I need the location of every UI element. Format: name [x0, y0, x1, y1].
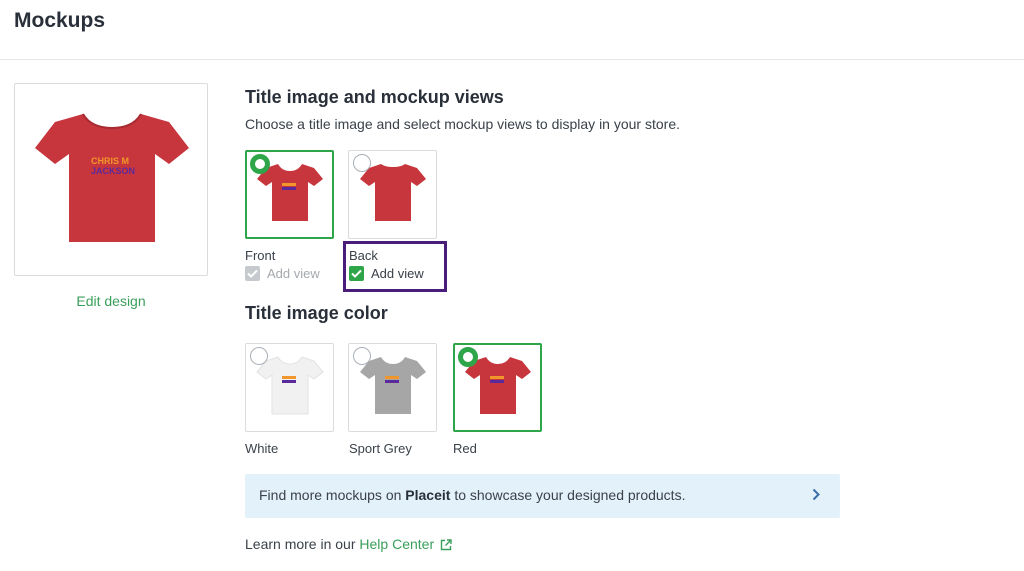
radio-unselected-icon[interactable] [353, 154, 371, 172]
views-section-subtitle: Choose a title image and select mockup v… [245, 116, 680, 132]
color-label-sport-grey: Sport Grey [349, 441, 412, 456]
annotation-highlight-box [343, 241, 447, 292]
tshirt-back-image [360, 164, 426, 221]
learn-more-text: Learn more in our Help Center [245, 536, 452, 552]
learn-more-prefix: Learn more in our [245, 536, 360, 552]
view-thumb-front[interactable] [245, 150, 334, 239]
help-center-link[interactable]: Help Center [359, 536, 434, 552]
banner-text-prefix: Find more mockups on [259, 487, 406, 503]
color-label-white: White [245, 441, 279, 456]
radio-unselected-icon[interactable] [250, 347, 268, 365]
main-mockup-preview: CHRIS M JACKSON [14, 83, 208, 276]
banner-text: Find more mockups on Placeit to showcase… [259, 487, 685, 503]
placeit-banner[interactable]: Find more mockups on Placeit to showcase… [245, 474, 840, 518]
page-title: Mockups [14, 9, 106, 32]
banner-text-suffix: to showcase your designed products. [450, 487, 686, 503]
color-thumb-sport-grey[interactable] [348, 343, 437, 432]
views-section-title: Title image and mockup views [245, 87, 504, 107]
radio-unselected-icon[interactable] [353, 347, 371, 365]
radio-selected-icon[interactable] [458, 347, 478, 367]
tshirt-grey-image [360, 357, 426, 414]
add-view-label: Add view [267, 266, 320, 281]
color-section-title: Title image color [245, 303, 388, 323]
view-thumb-back[interactable] [348, 150, 437, 239]
tshirt-mockup-image: CHRIS M JACKSON [35, 113, 189, 242]
color-label-red: Red [453, 441, 477, 456]
header-divider [0, 59, 1024, 60]
checkmark-icon [245, 266, 260, 281]
design-line-1: CHRIS M [91, 156, 129, 166]
design-line-2: JACKSON [91, 166, 135, 176]
color-thumb-white[interactable] [245, 343, 334, 432]
edit-design-link[interactable]: Edit design [14, 293, 208, 309]
external-link-icon[interactable] [440, 539, 452, 551]
view-label-front: Front [245, 248, 276, 263]
placeit-link[interactable]: Placeit [405, 487, 450, 503]
tshirt-white-image [256, 356, 324, 415]
color-thumb-red[interactable] [453, 343, 542, 432]
chevron-right-icon[interactable] [812, 488, 820, 501]
radio-selected-icon[interactable] [250, 154, 270, 174]
add-view-front-checkbox: Add view [245, 266, 320, 281]
